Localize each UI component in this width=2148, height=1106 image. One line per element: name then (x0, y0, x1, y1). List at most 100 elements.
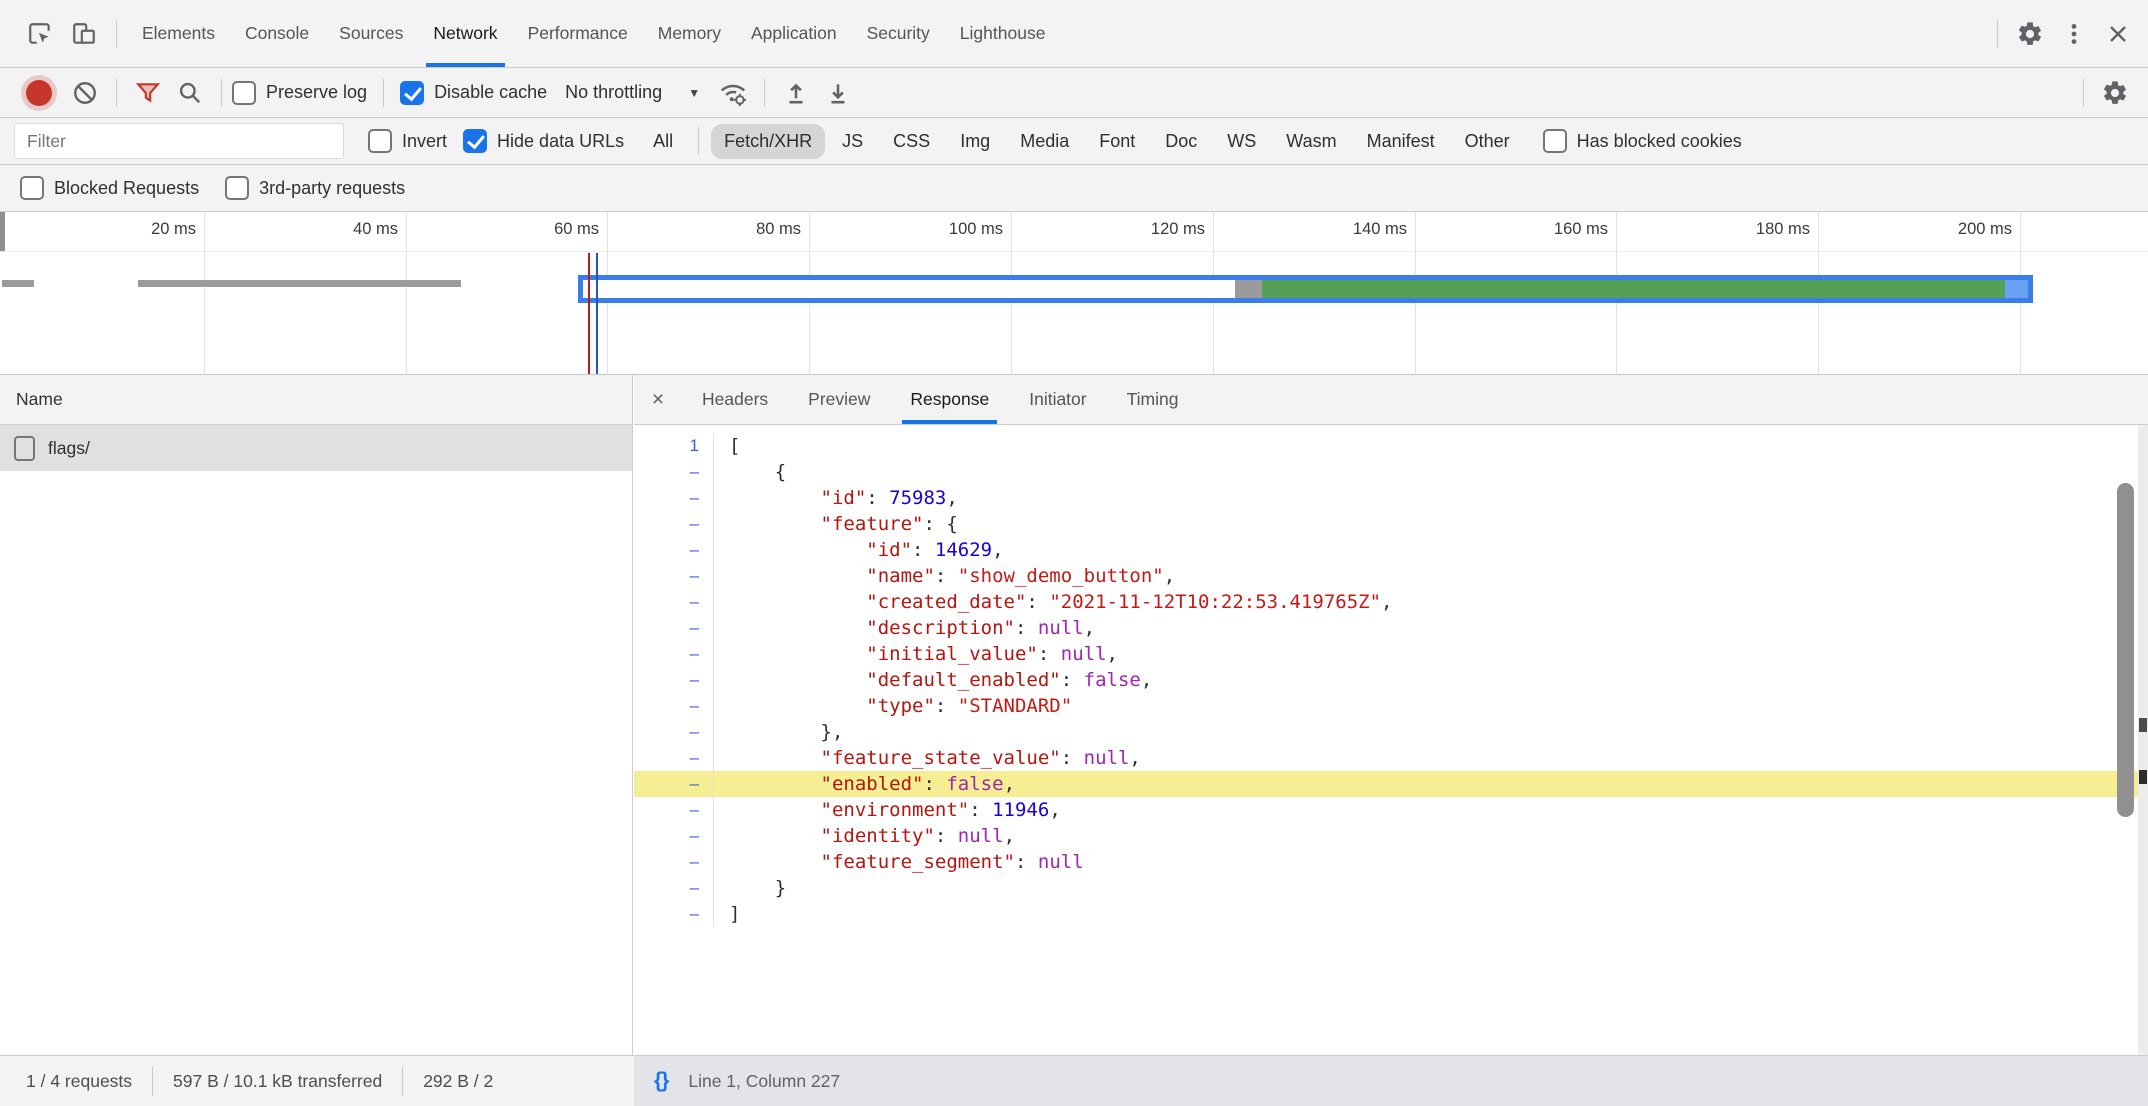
tab-initiator[interactable]: Initiator (1013, 375, 1102, 424)
timeline-tick-label: 140 ms (1257, 220, 1407, 239)
type-filter-other[interactable]: Other (1452, 124, 1523, 159)
tab-console[interactable]: Console (230, 0, 324, 67)
record-network-log-button[interactable] (26, 80, 52, 106)
code-text: "type": "STANDARD" (714, 693, 1072, 719)
resource-type-filters: All Fetch/XHRJSCSSImgMediaFontDocWSWasmMa… (638, 124, 1525, 159)
request-name: flags/ (48, 438, 90, 459)
network-summary-bar: 1 / 4 requests 597 B / 10.1 kB transferr… (0, 1056, 633, 1106)
divider (402, 1066, 403, 1096)
device-toolbar-icon[interactable] (62, 12, 106, 56)
filter-input[interactable] (14, 123, 344, 159)
timeline-tick-label: 160 ms (1458, 220, 1608, 239)
filter-funnel-icon[interactable] (127, 72, 169, 114)
disable-cache-checkbox[interactable] (400, 81, 424, 105)
inspect-element-icon[interactable] (18, 12, 62, 56)
hide-data-urls-checkbox[interactable] (463, 129, 487, 153)
timeline-tick-label: 200 ms (1862, 220, 2012, 239)
type-filter-fetch-xhr[interactable]: Fetch/XHR (711, 124, 825, 159)
overview-request-bar[interactable] (138, 280, 461, 287)
tab-network[interactable]: Network (418, 0, 512, 67)
ruler-origin-tick (0, 212, 5, 251)
settings-gear-icon[interactable] (2008, 12, 2052, 56)
editor-status-bar: {} Line 1, Column 227 (634, 1056, 2148, 1106)
line-number-gutter: – (634, 901, 714, 927)
tab-performance[interactable]: Performance (513, 0, 643, 67)
tab-security[interactable]: Security (852, 0, 945, 67)
bar-segment-finish (2005, 280, 2028, 298)
more-options-icon[interactable] (2052, 12, 2096, 56)
ruler-separator (0, 251, 2148, 252)
status-bar: 1 / 4 requests 597 B / 10.1 kB transferr… (0, 1055, 2148, 1106)
code-text: ] (714, 901, 740, 927)
code-line: – "identity": null, (634, 823, 2148, 849)
network-main-area: Name flags/ × HeadersPreviewResponseInit… (0, 375, 2148, 1055)
divider (1997, 20, 1998, 48)
line-number-gutter: – (634, 823, 714, 849)
code-line: – "type": "STANDARD" (634, 693, 2148, 719)
tab-elements[interactable]: Elements (127, 0, 230, 67)
requests-table-header[interactable]: Name (0, 375, 632, 425)
tab-lighthouse[interactable]: Lighthouse (945, 0, 1061, 67)
has-blocked-cookies-checkbox[interactable] (1543, 129, 1567, 153)
scroll-marker (2139, 718, 2147, 732)
bar-segment-waiting (583, 280, 1235, 298)
type-filter-img[interactable]: Img (947, 124, 1003, 159)
code-line: – }, (634, 719, 2148, 745)
search-icon[interactable] (169, 72, 211, 114)
tab-headers[interactable]: Headers (686, 375, 784, 424)
chevron-down-icon: ▼ (688, 86, 700, 100)
type-filter-all[interactable]: All (640, 124, 686, 159)
code-line: – "id": 75983, (634, 485, 2148, 511)
tab-memory[interactable]: Memory (643, 0, 736, 67)
type-filter-ws[interactable]: WS (1214, 124, 1269, 159)
line-number-gutter: – (634, 537, 714, 563)
type-filter-doc[interactable]: Doc (1152, 124, 1210, 159)
export-har-icon[interactable] (817, 72, 859, 114)
tab-response[interactable]: Response (894, 375, 1005, 424)
preserve-log-checkbox[interactable] (232, 81, 256, 105)
overview-selected-request-bar[interactable] (578, 275, 2033, 303)
devtools-main-tabbar: ElementsConsoleSourcesNetworkPerformance… (0, 0, 2148, 68)
close-devtools-icon[interactable] (2096, 12, 2140, 56)
code-line: – "created_date": "2021-11-12T10:22:53.4… (634, 589, 2148, 615)
timeline-tick-label: 60 ms (449, 220, 599, 239)
line-number-gutter: – (634, 693, 714, 719)
close-detail-icon[interactable]: × (634, 388, 682, 412)
timeline-tick-label: 120 ms (1055, 220, 1205, 239)
code-line: – "environment": 11946, (634, 797, 2148, 823)
type-filter-js[interactable]: JS (829, 124, 876, 159)
line-number-gutter: – (634, 797, 714, 823)
invert-label: Invert (402, 131, 447, 152)
type-filter-wasm[interactable]: Wasm (1273, 124, 1349, 159)
pretty-print-icon[interactable]: {} (654, 1069, 668, 1093)
response-body-viewer[interactable]: 1[– {– "id": 75983,– "feature": {– "id":… (634, 425, 2148, 1055)
tab-sources[interactable]: Sources (324, 0, 418, 67)
invert-checkbox[interactable] (368, 129, 392, 153)
clear-network-log-icon[interactable] (64, 72, 106, 114)
timeline-tick-label: 100 ms (853, 220, 1003, 239)
overview-request-bar[interactable] (2, 280, 34, 287)
tab-preview[interactable]: Preview (792, 375, 886, 424)
type-filter-manifest[interactable]: Manifest (1354, 124, 1448, 159)
cursor-position: Line 1, Column 227 (688, 1071, 840, 1092)
divider (116, 79, 117, 107)
network-overview-timeline[interactable]: 20 ms40 ms60 ms80 ms100 ms120 ms140 ms16… (0, 212, 2148, 375)
third-party-requests-label: 3rd-party requests (259, 178, 405, 199)
vertical-scrollbar[interactable] (2117, 483, 2134, 817)
network-conditions-icon[interactable] (712, 72, 754, 114)
tab-application[interactable]: Application (736, 0, 852, 67)
network-settings-gear-icon[interactable] (2094, 72, 2136, 114)
timeline-gridline (406, 212, 407, 374)
throttling-select[interactable]: No throttling ▼ (565, 82, 700, 103)
type-filter-font[interactable]: Font (1086, 124, 1148, 159)
third-party-requests-checkbox[interactable] (225, 176, 249, 200)
type-filter-css[interactable]: CSS (880, 124, 943, 159)
line-number-gutter: – (634, 511, 714, 537)
table-row-request[interactable]: flags/ (0, 425, 632, 471)
blocked-requests-checkbox[interactable] (20, 176, 44, 200)
type-filter-media[interactable]: Media (1007, 124, 1082, 159)
divider (152, 1066, 153, 1096)
tab-timing[interactable]: Timing (1111, 375, 1195, 424)
import-har-icon[interactable] (775, 72, 817, 114)
line-number-gutter: – (634, 667, 714, 693)
